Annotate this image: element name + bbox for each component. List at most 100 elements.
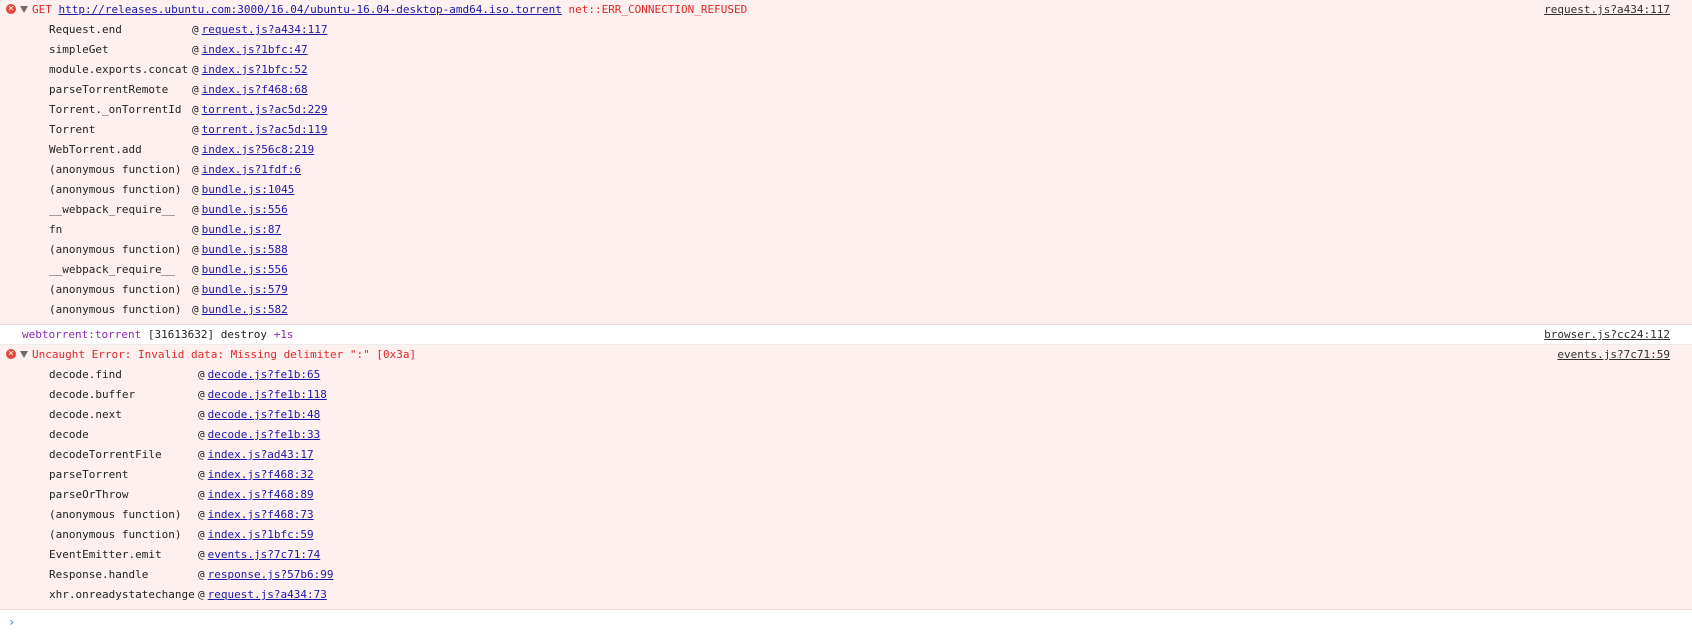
frame-function: Torrent (49, 123, 96, 136)
stack-frame: decode.find @ decode.js?fe1b:65 (0, 365, 1692, 385)
frame-location-link[interactable]: bundle.js:87 (202, 223, 281, 236)
frame-function: parseOrThrow (49, 488, 129, 501)
stack-frame: xhr.onreadystatechange @ request.js?a434:7… (0, 585, 1692, 605)
stack-frame: Response.handle @ response.js?57b6:99 (0, 565, 1692, 585)
frame-location-link[interactable]: bundle.js:556 (202, 263, 288, 276)
error-header[interactable]: ✕ Uncaught Error: Invalid data: Missing d… (0, 345, 1692, 365)
stack-frame: decode.next @ decode.js?fe1b:48 (0, 405, 1692, 425)
stack-trace: decode.find @ decode.js?fe1b:65 decode.buf… (0, 365, 1692, 609)
error-header[interactable]: ✕ GET http://releases.ubuntu.com:3000/16.… (0, 0, 1692, 20)
frame-location-link[interactable]: index.js?1bfc:59 (208, 528, 314, 541)
stack-frame: parseOrThrow @ index.js?f468:89 (0, 485, 1692, 505)
stack-frame: WebTorrent.add @ index.js?56c8:219 (0, 140, 1692, 160)
triangle-down-icon[interactable] (20, 5, 28, 13)
stack-frame: parseTorrentRemote @ index.js?f468:68 (0, 80, 1692, 100)
frame-location-link[interactable]: index.js?1fdf:6 (202, 163, 301, 176)
stack-frame: simpleGet @ index.js?1bfc:47 (0, 40, 1692, 60)
request-method: GET (32, 3, 52, 16)
frame-location-link[interactable]: response.js?57b6:99 (208, 568, 334, 581)
frame-function: decode.buffer (49, 388, 136, 401)
frame-function: parseTorrent (49, 468, 129, 481)
stack-frame: parseTorrent @ index.js?f468:32 (0, 465, 1692, 485)
frame-function: Response.handle (49, 568, 149, 581)
frame-function: __webpack_require__ (49, 203, 175, 216)
stack-frame: (anonymous function) @ index.js?1bfc:59 (0, 525, 1692, 545)
stack-frame: fn @ bundle.js:87 (0, 220, 1692, 240)
frame-function: (anonymous function) (49, 183, 182, 196)
frame-location-link[interactable]: decode.js?fe1b:33 (208, 428, 321, 441)
frame-function: parseTorrentRemote (49, 83, 169, 96)
error-message: net::ERR_CONNECTION_REFUSED (568, 3, 748, 16)
stack-frame: (anonymous function) @ bundle.js:1045 (0, 180, 1692, 200)
log-message: [31613632] destroy (147, 328, 268, 341)
frame-function: fn (49, 223, 63, 236)
source-link[interactable]: browser.js?cc24:112 (1544, 325, 1670, 345)
error-circle-icon: ✕ (6, 4, 16, 14)
frame-function: Request.end (49, 23, 122, 36)
stack-frame: Request.end @ request.js?a434:117 (0, 20, 1692, 40)
log-namespace: webtorrent:torrent (22, 328, 142, 341)
frame-function: EventEmitter.emit (49, 548, 162, 561)
frame-location-link[interactable]: torrent.js?ac5d:229 (202, 103, 328, 116)
error-message: Uncaught Error: Invalid data: Missing de… (32, 348, 417, 361)
frame-function: Torrent._onTorrentId (49, 103, 182, 116)
frame-function: WebTorrent.add (49, 143, 142, 156)
triangle-down-icon[interactable] (20, 350, 28, 358)
error-circle-icon: ✕ (6, 349, 16, 359)
stack-frame: module.exports.concat @ index.js?1bfc:52 (0, 60, 1692, 80)
frame-location-link[interactable]: bundle.js:556 (202, 203, 288, 216)
frame-location-link[interactable]: index.js?f468:89 (208, 488, 314, 501)
frame-location-link[interactable]: index.js?ad43:17 (208, 448, 314, 461)
stack-frame: decode @ decode.js?fe1b:33 (0, 425, 1692, 445)
frame-location-link[interactable]: bundle.js:1045 (202, 183, 295, 196)
frame-location-link[interactable]: request.js?a434:73 (208, 588, 327, 601)
frame-location-link[interactable]: index.js?f468:68 (202, 83, 308, 96)
stack-frame: decode.buffer @ decode.js?fe1b:118 (0, 385, 1692, 405)
frame-location-link[interactable]: decode.js?fe1b:118 (208, 388, 327, 401)
source-link[interactable]: request.js?a434:117 (1544, 0, 1670, 20)
frame-location-link[interactable]: index.js?f468:73 (208, 508, 314, 521)
frame-location-link[interactable]: index.js?56c8:219 (202, 143, 315, 156)
frame-function: (anonymous function) (49, 303, 182, 316)
frame-function: (anonymous function) (49, 163, 182, 176)
stack-frame: (anonymous function) @ bundle.js:588 (0, 240, 1692, 260)
log-line: webtorrent:torrent [31613632] destroy +1… (0, 325, 1692, 345)
frame-function: (anonymous function) (49, 528, 182, 541)
console-prompt[interactable]: › (0, 610, 1692, 634)
frame-location-link[interactable]: events.js?7c71:74 (208, 548, 321, 561)
source-link[interactable]: events.js?7c71:59 (1557, 345, 1670, 365)
frame-location-link[interactable]: index.js?1bfc:47 (202, 43, 308, 56)
frame-function: decode (49, 428, 89, 441)
console-error-entry: ✕ Uncaught Error: Invalid data: Missing d… (0, 345, 1692, 610)
log-time-diff: +1s (273, 328, 294, 341)
frame-location-link[interactable]: decode.js?fe1b:48 (208, 408, 321, 421)
stack-frame: (anonymous function) @ bundle.js:582 (0, 300, 1692, 320)
frame-location-link[interactable]: index.js?f468:32 (208, 468, 314, 481)
frame-location-link[interactable]: index.js?1bfc:52 (202, 63, 308, 76)
frame-location-link[interactable]: bundle.js:588 (202, 243, 288, 256)
frame-location-link[interactable]: bundle.js:582 (202, 303, 288, 316)
stack-frame: __webpack_require__ @ bundle.js:556 (0, 200, 1692, 220)
frame-function: decode.next (49, 408, 122, 421)
frame-location-link[interactable]: torrent.js?ac5d:119 (202, 123, 328, 136)
console-error-entry: ✕ GET http://releases.ubuntu.com:3000/16.… (0, 0, 1692, 325)
stack-frame: Torrent @ torrent.js?ac5d:119 (0, 120, 1692, 140)
frame-function: decode.find (49, 368, 122, 381)
stack-frame: decodeTorrentFile @ index.js?ad43:17 (0, 445, 1692, 465)
request-url-link[interactable]: http://releases.ubuntu.com:3000/16.04/ub… (59, 3, 562, 16)
console-panel: ✕ GET http://releases.ubuntu.com:3000/16.… (0, 0, 1692, 634)
frame-function: decodeTorrentFile (49, 448, 162, 461)
frame-function: module.exports.concat (49, 63, 189, 76)
stack-trace: Request.end @ request.js?a434:117 simpleGe… (0, 20, 1692, 324)
stack-frame: (anonymous function) @ index.js?f468:73 (0, 505, 1692, 525)
frame-function: __webpack_require__ (49, 263, 175, 276)
console-log-entry: webtorrent:torrent [31613632] destroy +1… (0, 325, 1692, 345)
frame-location-link[interactable]: decode.js?fe1b:65 (208, 368, 321, 381)
frame-function: simpleGet (49, 43, 109, 56)
frame-function: (anonymous function) (49, 243, 182, 256)
frame-location-link[interactable]: bundle.js:579 (202, 283, 288, 296)
frame-location-link[interactable]: request.js?a434:117 (202, 23, 328, 36)
stack-frame: (anonymous function) @ index.js?1fdf:6 (0, 160, 1692, 180)
stack-frame: EventEmitter.emit @ events.js?7c71:74 (0, 545, 1692, 565)
stack-frame: Torrent._onTorrentId @ torrent.js?ac5d:229 (0, 100, 1692, 120)
